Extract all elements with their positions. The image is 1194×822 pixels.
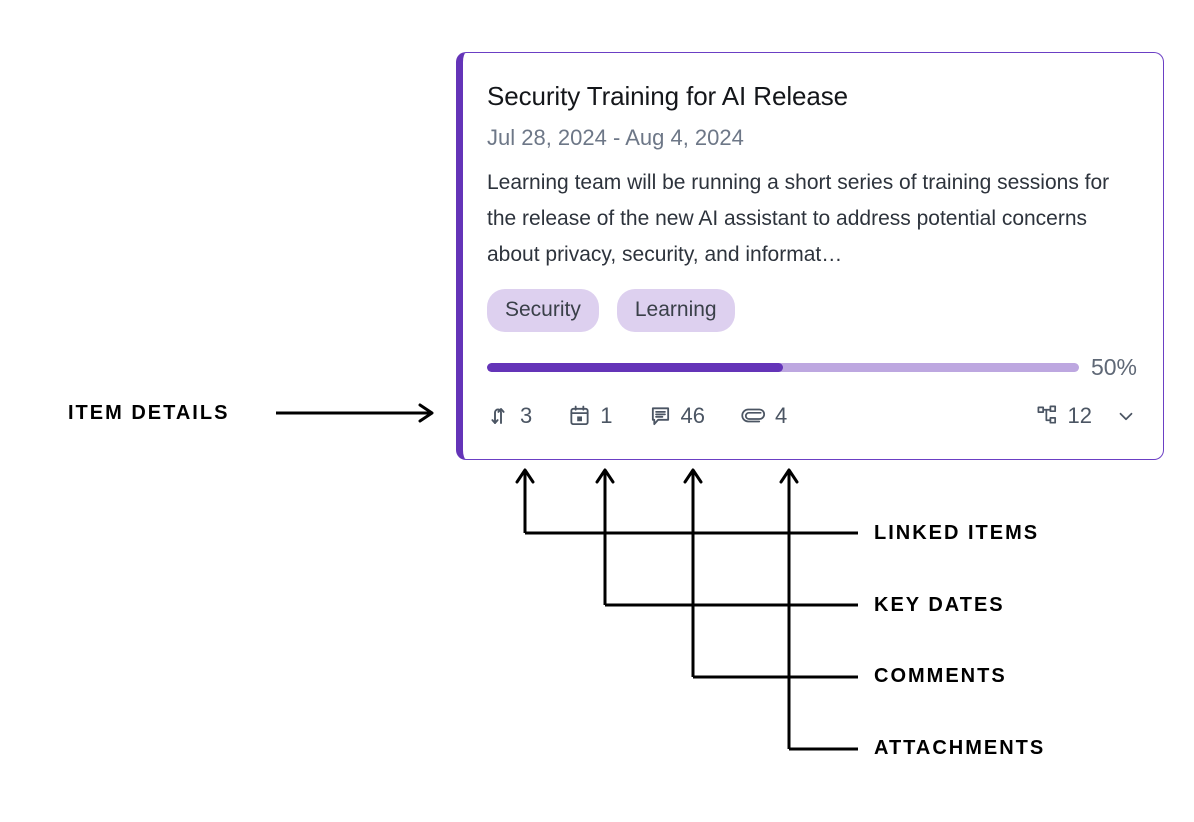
card-title: Security Training for AI Release — [487, 81, 848, 111]
annotation-linked-items: LINKED ITEMS — [874, 522, 1040, 544]
chevron-down-icon[interactable] — [1101, 405, 1137, 427]
card-meta-row: 3 1 46 4 12 — [487, 403, 1137, 428]
attachments-arrowhead — [779, 468, 799, 484]
key-dates-arrowhead — [595, 468, 615, 484]
tag-list: Security Learning — [487, 289, 1137, 332]
attachments-count: 4 — [774, 402, 788, 428]
card-date-range: Jul 28, 2024 - Aug 4, 2024 — [487, 125, 744, 150]
hierarchy-icon — [1036, 404, 1059, 427]
progress-bar-fill — [487, 363, 783, 372]
paperclip-icon — [741, 403, 766, 428]
comments-arrowhead — [683, 468, 703, 484]
linked-items-meta[interactable]: 3 — [487, 404, 532, 428]
card-description: Learning team will be running a short se… — [487, 171, 1110, 266]
key-dates-meta[interactable]: 1 — [568, 402, 613, 428]
annotation-key-dates: KEY DATES — [874, 594, 1005, 616]
comments-meta[interactable]: 46 — [649, 404, 705, 427]
subitems-meta[interactable]: 12 — [1036, 404, 1137, 427]
diagram-canvas: Security Training for AI Release Jul 28,… — [0, 0, 1194, 822]
progress-bar[interactable] — [487, 363, 1079, 372]
linked-items-icon — [487, 404, 511, 428]
item-details-card[interactable]: Security Training for AI Release Jul 28,… — [456, 52, 1164, 460]
comment-icon — [649, 404, 672, 427]
annotation-attachments: ATTACHMENTS — [874, 737, 1046, 759]
item-details-arrowhead — [418, 403, 434, 423]
annotation-comments: COMMENTS — [874, 665, 1007, 687]
calendar-icon — [568, 404, 591, 427]
subitems-count: 12 — [1067, 402, 1092, 428]
progress-percent-label: 50% — [1090, 354, 1137, 380]
comments-count: 46 — [680, 402, 705, 428]
annotation-item-details: ITEM DETAILS — [68, 402, 230, 424]
tag-chip-security[interactable]: Security — [487, 289, 599, 332]
key-dates-count: 1 — [600, 402, 613, 428]
linked-items-count: 3 — [520, 402, 533, 428]
tag-chip-learning[interactable]: Learning — [616, 289, 735, 332]
attachments-meta[interactable]: 4 — [741, 403, 787, 428]
linked-items-arrowhead — [515, 468, 535, 484]
progress-row: 50% — [487, 354, 1137, 381]
card-content: Security Training for AI Release Jul 28,… — [463, 53, 1163, 428]
